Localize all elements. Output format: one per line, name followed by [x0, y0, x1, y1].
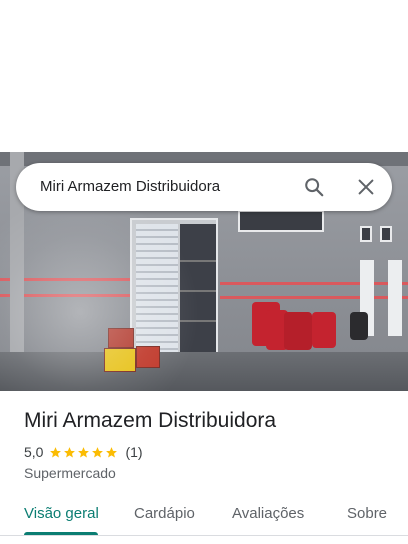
tab-overview[interactable]: Visão geral	[24, 505, 99, 522]
star-icon	[92, 446, 104, 457]
search-input[interactable]: Miri Armazem Distribuidora	[40, 178, 220, 195]
search-icon[interactable]	[303, 176, 325, 198]
red-table	[284, 312, 312, 350]
tab-about[interactable]: Sobre	[347, 505, 387, 522]
star-icon	[106, 446, 118, 457]
tab-menu[interactable]: Cardápio	[134, 505, 195, 522]
search-bar[interactable]: Miri Armazem Distribuidora	[16, 163, 392, 211]
rating-row[interactable]: 5,0 (1)	[24, 444, 143, 460]
star-rating	[49, 446, 119, 459]
tabs-divider	[0, 535, 408, 536]
star-icon	[78, 446, 90, 457]
wall-stripe	[220, 282, 408, 285]
wall-stripe	[220, 296, 408, 299]
tab-reviews[interactable]: Avaliações	[232, 505, 304, 522]
star-icon	[50, 446, 62, 457]
place-title: Miri Armazem Distribuidora	[24, 409, 277, 432]
review-count[interactable]: (1)	[125, 444, 142, 460]
photo-side-door	[388, 260, 402, 336]
place-tabs: Visão geral Cardápio Avaliações Sobre	[0, 498, 408, 544]
photo-window	[380, 226, 392, 242]
red-chair	[312, 312, 336, 348]
photo-window	[360, 226, 372, 242]
top-blank-area	[0, 0, 408, 152]
dark-bin	[350, 312, 368, 340]
star-icon	[64, 446, 76, 457]
close-icon[interactable]	[355, 176, 377, 198]
rating-value: 5,0	[24, 444, 44, 460]
place-category: Supermercado	[24, 465, 116, 481]
photo-window	[238, 210, 324, 232]
